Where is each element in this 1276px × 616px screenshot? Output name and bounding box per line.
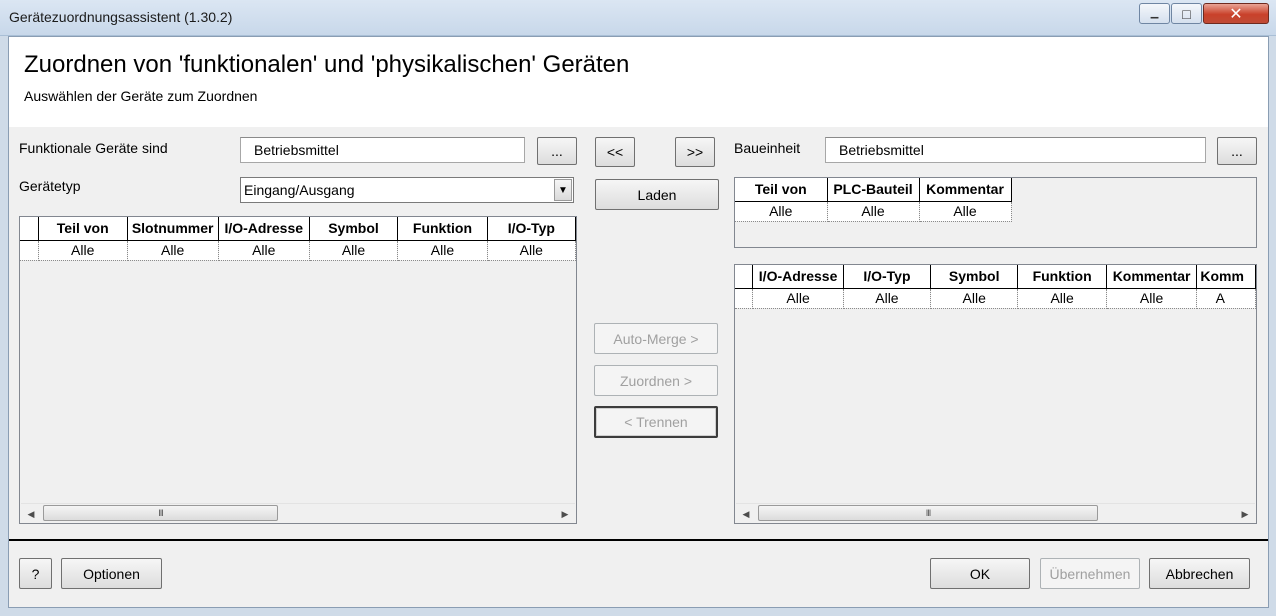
row-header[interactable]: [20, 240, 39, 261]
assign-button[interactable]: Zuordnen >: [594, 365, 718, 396]
auto-merge-button[interactable]: Auto-Merge >: [594, 323, 718, 354]
maximize-icon: □: [1182, 5, 1191, 22]
maximize-button[interactable]: □: [1171, 3, 1202, 24]
device-type-value: Eingang/Ausgang: [244, 182, 355, 198]
filter-cell[interactable]: Alle: [930, 288, 1019, 309]
column-header-kommentar-2[interactable]: Komm: [1196, 265, 1256, 289]
device-type-select[interactable]: Eingang/Ausgang ▼: [240, 177, 574, 203]
functional-grid-table: Teil von Slotnummer I/O-Adresse Symbol F…: [20, 217, 576, 261]
title-bar[interactable]: Gerätezuordnungsassistent (1.30.2): [0, 0, 1276, 36]
minimize-icon: ▁: [1150, 8, 1159, 19]
functional-devices-field[interactable]: Betriebsmittel: [240, 137, 525, 163]
filter-row[interactable]: Alle Alle Alle: [735, 201, 1012, 222]
filter-cell[interactable]: Alle: [38, 240, 128, 261]
scroll-right-icon[interactable]: ▶: [557, 507, 573, 521]
filter-cell[interactable]: A: [1196, 288, 1256, 309]
filter-cell[interactable]: Alle: [127, 240, 219, 261]
functional-devices-label: Funktionale Geräte sind: [19, 140, 168, 156]
column-header-symbol[interactable]: Symbol: [309, 217, 399, 241]
minimize-button[interactable]: ▁: [1139, 3, 1170, 24]
unit-grid-table: Teil von PLC-Bauteil Kommentar Alle Alle…: [735, 178, 1012, 222]
apply-button[interactable]: Übernehmen: [1040, 558, 1140, 589]
column-header-io-typ[interactable]: I/O-Typ: [843, 265, 931, 289]
column-header-kommentar[interactable]: Kommentar: [1106, 265, 1198, 289]
filter-cell[interactable]: Alle: [309, 240, 399, 261]
scroll-right-icon[interactable]: ▶: [1237, 507, 1253, 521]
device-type-label: Gerätetyp: [19, 178, 81, 194]
column-header-teil-von[interactable]: Teil von: [38, 217, 128, 241]
column-header-symbol[interactable]: Symbol: [930, 265, 1019, 289]
column-header-plc-bauteil[interactable]: PLC-Bauteil: [827, 178, 920, 202]
close-button[interactable]: ✕: [1203, 3, 1269, 24]
column-header-io-adresse[interactable]: I/O-Adresse: [218, 217, 310, 241]
filter-cell[interactable]: Alle: [827, 201, 920, 222]
filter-cell[interactable]: Alle: [487, 240, 576, 261]
unit-field[interactable]: Betriebsmittel: [825, 137, 1206, 163]
filter-cell[interactable]: Alle: [218, 240, 310, 261]
row-header[interactable]: [735, 288, 754, 309]
horizontal-scrollbar[interactable]: ◀ III ▶: [736, 503, 1255, 522]
scroll-thumb[interactable]: III: [43, 505, 278, 521]
row-header-corner: [735, 265, 754, 289]
page-title: Zuordnen von 'funktionalen' und 'physika…: [24, 51, 630, 78]
filter-row[interactable]: Alle Alle Alle Alle Alle A: [735, 288, 1256, 309]
physical-devices-grid[interactable]: I/O-Adresse I/O-Typ Symbol Funktion Komm…: [734, 264, 1257, 524]
chevron-down-icon[interactable]: ▼: [554, 179, 572, 201]
column-header-io-typ[interactable]: I/O-Typ: [487, 217, 576, 241]
physical-grid-table: I/O-Adresse I/O-Typ Symbol Funktion Komm…: [735, 265, 1256, 309]
filter-cell[interactable]: Alle: [1106, 288, 1198, 309]
footer-divider: [9, 539, 1268, 541]
unit-grid[interactable]: Teil von PLC-Bauteil Kommentar Alle Alle…: [734, 177, 1257, 248]
load-button[interactable]: Laden: [595, 179, 719, 210]
filter-cell[interactable]: Alle: [752, 288, 844, 309]
grip-icon: III: [158, 508, 163, 518]
filter-cell[interactable]: Alle: [919, 201, 1012, 222]
column-header-kommentar[interactable]: Kommentar: [919, 178, 1012, 202]
scroll-left-icon[interactable]: ◀: [738, 507, 754, 521]
unit-browse-button[interactable]: ...: [1217, 137, 1257, 165]
column-header-teil-von[interactable]: Teil von: [735, 178, 828, 202]
column-header-io-adresse[interactable]: I/O-Adresse: [752, 265, 844, 289]
grip-icon: III: [925, 508, 931, 518]
ok-button[interactable]: OK: [930, 558, 1030, 589]
row-header-corner: [20, 217, 39, 241]
filter-row[interactable]: Alle Alle Alle Alle Alle Alle: [20, 240, 576, 261]
functional-browse-button[interactable]: ...: [537, 137, 577, 165]
help-button[interactable]: ?: [19, 558, 52, 589]
filter-cell[interactable]: Alle: [843, 288, 931, 309]
close-icon: ✕: [1229, 5, 1243, 23]
scroll-left-icon[interactable]: ◀: [23, 507, 39, 521]
filter-cell[interactable]: Alle: [397, 240, 488, 261]
functional-devices-grid[interactable]: Teil von Slotnummer I/O-Adresse Symbol F…: [19, 216, 577, 524]
options-button[interactable]: Optionen: [61, 558, 162, 589]
window-title: Gerätezuordnungsassistent (1.30.2): [9, 9, 233, 25]
move-right-button[interactable]: >>: [675, 137, 715, 167]
column-header-funktion[interactable]: Funktion: [1017, 265, 1107, 289]
horizontal-scrollbar[interactable]: ◀ III ▶: [21, 503, 575, 522]
move-left-button[interactable]: <<: [595, 137, 635, 167]
scroll-thumb[interactable]: III: [758, 505, 1098, 521]
filter-cell[interactable]: Alle: [1017, 288, 1107, 309]
column-header-funktion[interactable]: Funktion: [397, 217, 488, 241]
filter-cell[interactable]: Alle: [735, 201, 828, 222]
unit-label: Baueinheit: [734, 140, 801, 156]
column-header-slotnummer[interactable]: Slotnummer: [127, 217, 219, 241]
separate-button[interactable]: < Trennen: [594, 406, 718, 438]
page-subtitle: Auswählen der Geräte zum Zuordnen: [24, 88, 258, 104]
cancel-button[interactable]: Abbrechen: [1149, 558, 1250, 589]
